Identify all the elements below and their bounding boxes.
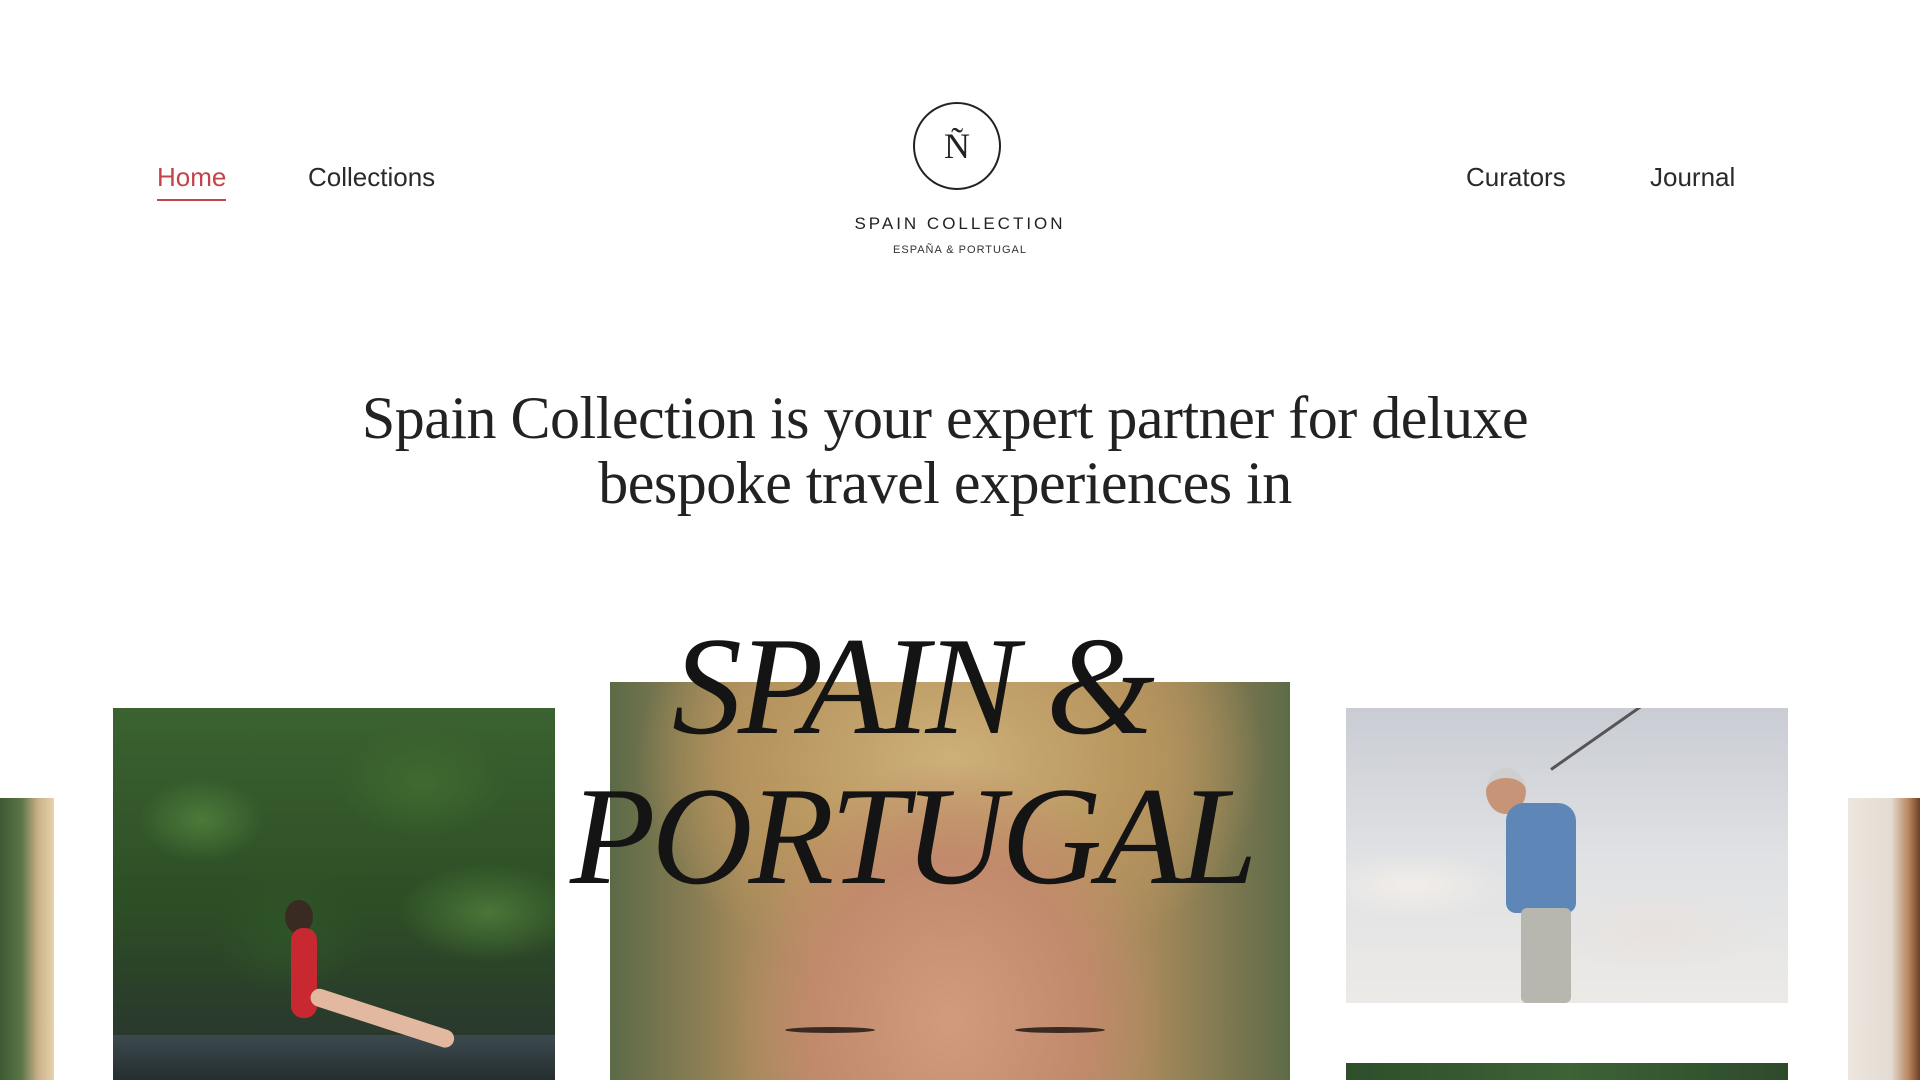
- pool-water: [113, 1035, 555, 1080]
- gallery-image-infinity-pool[interactable]: [113, 708, 555, 1080]
- page: Home Collections Curators Journal Ñ SPAI…: [0, 0, 1920, 1080]
- logo-name: SPAIN COLLECTION: [854, 214, 1066, 233]
- gallery-image-golfer[interactable]: [1346, 708, 1788, 1003]
- closed-eye-left: [785, 1027, 875, 1033]
- golfer-trousers-shape: [1521, 908, 1571, 1003]
- brand-logo[interactable]: Ñ SPAIN COLLECTION ESPAÑA & PORTUGAL: [820, 100, 1100, 265]
- intro-text: Spain Collection is your expert partner …: [230, 386, 1660, 516]
- gallery-image-partial-right[interactable]: [1848, 798, 1920, 1080]
- logo-seal-icon: Ñ: [913, 102, 1001, 190]
- gallery-image-partial-bottom[interactable]: [1346, 1063, 1788, 1080]
- nav-journal-link[interactable]: Journal: [1650, 162, 1735, 199]
- intro-line-1: Spain Collection is your expert partner …: [361, 385, 1529, 451]
- nav-curators-link[interactable]: Curators: [1466, 162, 1566, 199]
- golf-club-shape: [1550, 708, 1647, 771]
- logo-monogram: Ñ: [944, 126, 970, 166]
- logo-tagline: ESPAÑA & PORTUGAL: [893, 244, 1027, 256]
- nav-collections-link[interactable]: Collections: [308, 162, 435, 199]
- gallery-image-woman-face[interactable]: [610, 682, 1290, 1080]
- closed-eye-right: [1015, 1027, 1105, 1033]
- golfer-shirt-shape: [1506, 803, 1576, 913]
- intro-line-2: bespoke travel experiences in: [598, 450, 1292, 516]
- gallery-image-partial-left[interactable]: [0, 798, 54, 1080]
- nav-home-link[interactable]: Home: [157, 162, 227, 201]
